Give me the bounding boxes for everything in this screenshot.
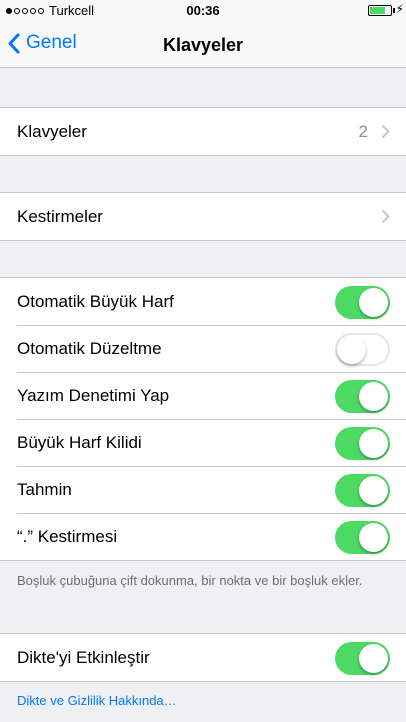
toggle-row-auto-correction: Otomatik Düzeltme <box>0 325 406 372</box>
toggle-row-auto-capitalization: Otomatik Büyük Harf <box>0 278 406 325</box>
predictive-switch[interactable] <box>335 474 390 507</box>
auto-capitalization-switch[interactable] <box>335 286 390 319</box>
shortcuts-row[interactable]: Kestirmeler <box>0 193 406 240</box>
auto-correction-switch[interactable] <box>335 333 390 366</box>
toggle-row-predictive: Tahmin <box>0 466 406 513</box>
navigation-bar: Genel Klavyeler <box>0 22 406 68</box>
toggles-footer-note: Boşluk çubuğuna çift dokunma, bir nokta … <box>17 573 363 588</box>
toggle-row-spell-check: Yazım Denetimi Yap <box>0 372 406 419</box>
toggle-row-caps-lock: Büyük Harf Kilidi <box>0 419 406 466</box>
caps-lock-switch[interactable] <box>335 427 390 460</box>
toggle-label: Tahmin <box>17 479 72 499</box>
toggles-group: Otomatik Büyük Harf Otomatik Düzeltme Ya… <box>0 277 406 561</box>
toggle-row-period-shortcut: “.” Kestirmesi <box>0 513 406 560</box>
battery-icon <box>368 5 392 16</box>
period-shortcut-switch[interactable] <box>335 521 390 554</box>
dictation-privacy-link[interactable]: Dikte ve Gizlilik Hakkında… <box>17 693 177 708</box>
toggle-label: Dikte'yi Etkinleştir <box>17 647 150 667</box>
toggle-label: Otomatik Düzeltme <box>17 338 162 358</box>
dictation-group: Dikte'yi Etkinleştir <box>0 633 406 682</box>
spell-check-switch[interactable] <box>335 380 390 413</box>
page-title: Klavyeler <box>162 35 244 55</box>
shortcuts-label: Kestirmeler <box>17 206 103 226</box>
toggle-label: Otomatik Büyük Harf <box>17 291 174 311</box>
status-time: 00:36 <box>186 3 220 18</box>
toggle-label: “.” Kestirmesi <box>17 526 118 546</box>
chevron-right-icon <box>381 209 390 224</box>
keyboards-label: Klavyeler <box>17 121 87 141</box>
keyboards-row[interactable]: Klavyeler 2 <box>0 108 406 155</box>
toggle-label: Yazım Denetimi Yap <box>17 385 170 405</box>
status-bar: Turkcell 00:36 ⚡ <box>0 0 406 22</box>
dictation-switch[interactable] <box>335 642 390 675</box>
shortcuts-group: Kestirmeler <box>0 192 406 241</box>
charging-icon: ⚡ <box>395 2 404 16</box>
keyboards-count: 2 <box>358 121 368 141</box>
toggle-row-dictation: Dikte'yi Etkinleştir <box>0 634 406 681</box>
toggle-label: Büyük Harf Kilidi <box>17 432 142 452</box>
keyboards-group: Klavyeler 2 <box>0 107 406 156</box>
chevron-right-icon <box>381 124 390 139</box>
